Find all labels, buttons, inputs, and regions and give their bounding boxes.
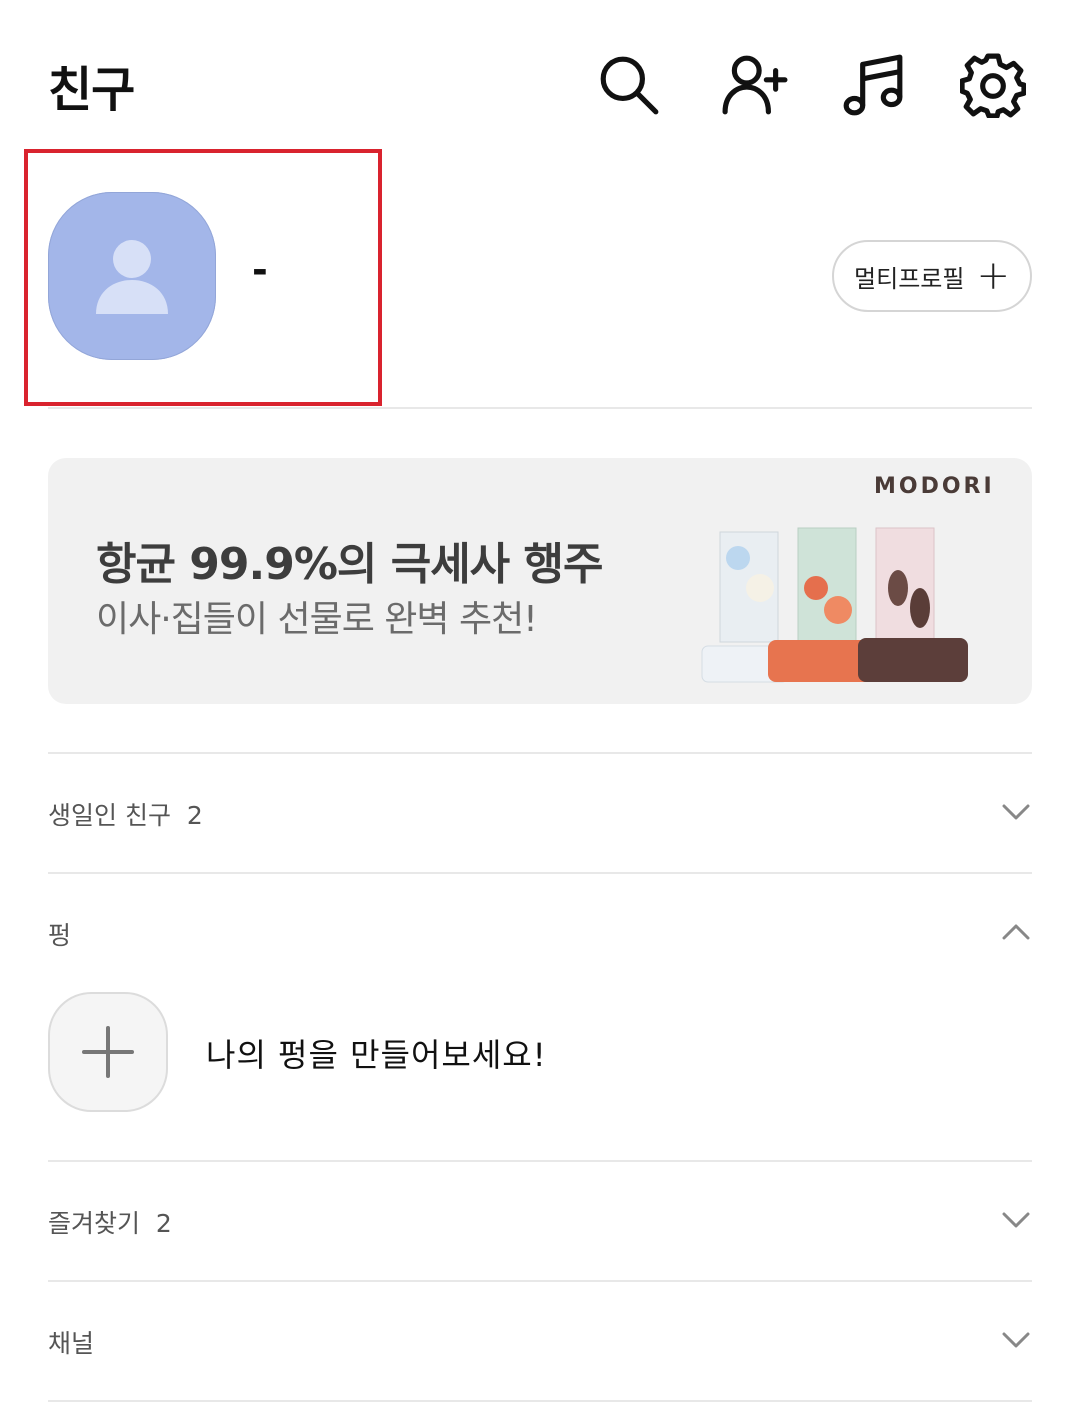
section-channel[interactable]: 채널 (48, 1282, 1032, 1400)
add-pung-button[interactable] (48, 992, 168, 1112)
header: 친구 (0, 0, 1080, 150)
banner-brand: MODORI (874, 474, 995, 499)
banner-subtitle: 이사·집들이 선물로 완벽 추천! (96, 599, 538, 640)
divider (48, 407, 1032, 409)
settings-icon[interactable] (958, 50, 1028, 120)
add-friend-icon[interactable] (720, 50, 790, 120)
banner-title: 항균 99.9%의 극세사 행주 (96, 539, 603, 590)
divider (48, 1400, 1032, 1402)
profile-highlight-box (24, 149, 382, 406)
section-birthday[interactable]: 생일인 친구 2 (48, 754, 1032, 872)
multi-profile-button[interactable]: 멀티프로필 + (832, 240, 1032, 312)
product-image (701, 527, 968, 683)
page-title: 친구 (48, 62, 135, 118)
favorites-count: 2 (155, 1209, 172, 1238)
search-icon[interactable] (594, 50, 664, 120)
section-pung-label: 펑 (48, 921, 72, 950)
chevron-down-icon[interactable] (1000, 1324, 1032, 1356)
birthday-count: 2 (186, 801, 203, 830)
plus-icon: + (976, 253, 1010, 299)
chevron-down-icon[interactable] (1000, 796, 1032, 828)
section-birthday-label: 생일인 친구 2 (48, 801, 203, 830)
chevron-up-icon[interactable] (1000, 916, 1032, 948)
chevron-down-icon[interactable] (1000, 1204, 1032, 1236)
section-favorites[interactable]: 즐겨찾기 2 (48, 1162, 1032, 1280)
plus-icon (82, 1026, 134, 1078)
multi-profile-label: 멀티프로필 (854, 264, 965, 293)
section-pung[interactable]: 펑 (48, 874, 1032, 992)
section-favorites-label: 즐겨찾기 2 (48, 1209, 172, 1238)
section-channel-label: 채널 (48, 1329, 95, 1358)
ad-banner[interactable]: MODORI 항균 99.9%의 극세사 행주 이사·집들이 선물로 완벽 추천… (48, 458, 1032, 704)
friends-screen: 친구 - 멀티프로필 + MODORI 항균 99.9%의 극세사 행주 이사·… (0, 0, 1080, 1424)
create-pung-text[interactable]: 나의 펑을 만들어보세요! (206, 1030, 547, 1076)
music-icon[interactable] (838, 50, 908, 120)
